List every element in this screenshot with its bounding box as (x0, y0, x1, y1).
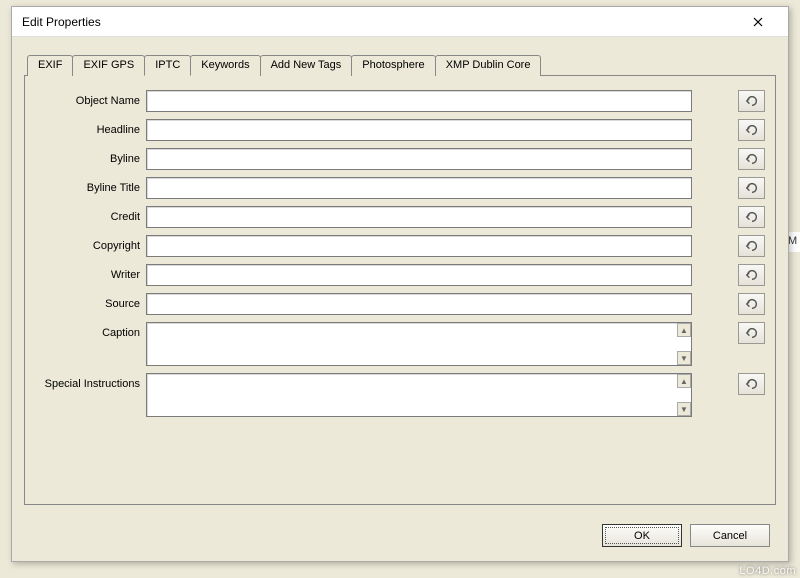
label-writer: Writer (35, 264, 140, 282)
revert-writer[interactable] (738, 264, 765, 286)
scroll-down-icon[interactable]: ▼ (677, 402, 691, 416)
tab-exif[interactable]: EXIF (27, 55, 73, 76)
cancel-button[interactable]: Cancel (690, 524, 770, 547)
tab-exif-gps[interactable]: EXIF GPS (72, 55, 145, 76)
label-object-name: Object Name (35, 90, 140, 108)
undo-icon (745, 298, 759, 310)
revert-source[interactable] (738, 293, 765, 315)
undo-icon (745, 240, 759, 252)
close-icon (753, 17, 763, 27)
undo-icon (745, 269, 759, 281)
revert-headline[interactable] (738, 119, 765, 141)
input-byline[interactable] (146, 148, 692, 170)
content-area: EXIF EXIF GPS IPTC Keywords Add New Tags… (12, 37, 788, 561)
revert-byline[interactable] (738, 148, 765, 170)
undo-icon (745, 378, 759, 390)
input-object-name[interactable] (146, 90, 692, 112)
row-caption: Caption ▲ ▼ (35, 322, 765, 366)
edit-properties-dialog: Edit Properties EXIF EXIF GPS IPTC Keywo… (11, 6, 789, 562)
input-writer[interactable] (146, 264, 692, 286)
label-byline: Byline (35, 148, 140, 166)
scroll-down-icon[interactable]: ▼ (677, 351, 691, 365)
revert-byline-title[interactable] (738, 177, 765, 199)
tab-xmp-dublin-core[interactable]: XMP Dublin Core (435, 55, 542, 76)
scroll-up-icon[interactable]: ▲ (677, 374, 691, 388)
row-headline: Headline (35, 119, 765, 141)
row-credit: Credit (35, 206, 765, 228)
label-special-instructions: Special Instructions (35, 373, 140, 391)
textarea-special-instructions[interactable] (146, 373, 692, 417)
revert-special-instructions[interactable] (738, 373, 765, 395)
window-title: Edit Properties (22, 15, 101, 29)
row-byline-title: Byline Title (35, 177, 765, 199)
revert-caption[interactable] (738, 322, 765, 344)
scroll-up-icon[interactable]: ▲ (677, 323, 691, 337)
undo-icon (745, 327, 759, 339)
label-byline-title: Byline Title (35, 177, 140, 195)
undo-icon (745, 182, 759, 194)
row-special-instructions: Special Instructions ▲ ▼ (35, 373, 765, 417)
undo-icon (745, 211, 759, 223)
special-scroll: ▲ ▼ (677, 374, 691, 416)
label-source: Source (35, 293, 140, 311)
input-copyright[interactable] (146, 235, 692, 257)
row-object-name: Object Name (35, 90, 765, 112)
input-credit[interactable] (146, 206, 692, 228)
tab-panel-iptc: Object Name Headline Byline (24, 75, 776, 505)
tab-iptc[interactable]: IPTC (144, 55, 191, 76)
row-source: Source (35, 293, 765, 315)
revert-object-name[interactable] (738, 90, 765, 112)
undo-icon (745, 124, 759, 136)
close-button[interactable] (738, 8, 778, 36)
dialog-buttons: OK Cancel (602, 524, 770, 547)
watermark: LO4D.com (739, 565, 796, 577)
revert-copyright[interactable] (738, 235, 765, 257)
row-byline: Byline (35, 148, 765, 170)
label-copyright: Copyright (35, 235, 140, 253)
tab-keywords[interactable]: Keywords (190, 55, 260, 76)
label-headline: Headline (35, 119, 140, 137)
tabs-container: EXIF EXIF GPS IPTC Keywords Add New Tags… (24, 55, 776, 505)
label-caption: Caption (35, 322, 140, 340)
undo-icon (745, 95, 759, 107)
input-source[interactable] (146, 293, 692, 315)
ok-button[interactable]: OK (602, 524, 682, 547)
title-bar: Edit Properties (12, 7, 788, 37)
tab-strip: EXIF EXIF GPS IPTC Keywords Add New Tags… (27, 55, 776, 76)
input-headline[interactable] (146, 119, 692, 141)
label-credit: Credit (35, 206, 140, 224)
input-byline-title[interactable] (146, 177, 692, 199)
row-copyright: Copyright (35, 235, 765, 257)
textarea-caption[interactable] (146, 322, 692, 366)
caption-scroll: ▲ ▼ (677, 323, 691, 365)
undo-icon (745, 153, 759, 165)
row-writer: Writer (35, 264, 765, 286)
revert-credit[interactable] (738, 206, 765, 228)
tab-add-new-tags[interactable]: Add New Tags (260, 55, 353, 76)
tab-photosphere[interactable]: Photosphere (351, 55, 435, 76)
